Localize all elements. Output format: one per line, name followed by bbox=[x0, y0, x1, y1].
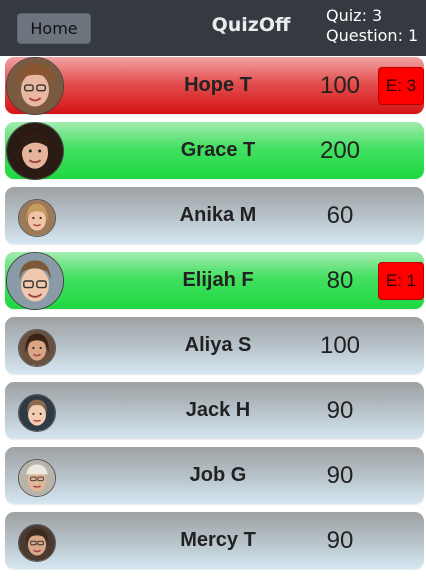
player-name: Job G bbox=[189, 464, 247, 486]
player-score: 90 bbox=[326, 397, 354, 424]
player-row-aliya-s[interactable]: Aliya S 100 bbox=[5, 317, 424, 374]
error-badge: E: 1 bbox=[378, 262, 424, 300]
player-row-grace-t[interactable]: Grace T 200 bbox=[5, 122, 424, 180]
player-row-hope-t[interactable]: Hope T 100 E: 3 bbox=[5, 57, 424, 115]
player-name: Hope T bbox=[184, 74, 252, 96]
player-photo-icon bbox=[19, 460, 55, 496]
player-avatar bbox=[6, 57, 64, 115]
player-score: 200 bbox=[319, 137, 361, 164]
quiz-status: Quiz: 3 Question: 1 bbox=[326, 6, 418, 46]
player-name: Aliya S bbox=[184, 334, 252, 356]
player-name: Jack H bbox=[185, 399, 251, 421]
player-list: Hope T 100 E: 3 Grace T 200 Anika M 60 E… bbox=[5, 57, 424, 577]
player-score: 90 bbox=[326, 462, 354, 489]
question-number: Question: 1 bbox=[326, 26, 419, 45]
player-photo-icon bbox=[19, 525, 55, 561]
player-avatar bbox=[18, 459, 56, 497]
player-photo-icon bbox=[7, 123, 63, 179]
player-photo-icon bbox=[19, 330, 55, 366]
player-avatar bbox=[6, 122, 64, 180]
player-photo-icon bbox=[7, 58, 63, 114]
home-button[interactable]: Home bbox=[17, 13, 91, 44]
player-name: Anika M bbox=[179, 204, 257, 226]
top-navbar: Home QuizOff Quiz: 3 Question: 1 bbox=[0, 0, 426, 56]
player-avatar bbox=[18, 394, 56, 432]
player-photo-icon bbox=[19, 395, 55, 431]
player-avatar bbox=[18, 329, 56, 367]
player-score: 60 bbox=[326, 202, 354, 229]
quiz-number: Quiz: 3 bbox=[326, 6, 383, 25]
player-score: 90 bbox=[326, 527, 354, 554]
player-row-mercy-t[interactable]: Mercy T 90 bbox=[5, 512, 424, 569]
player-score: 100 bbox=[319, 72, 361, 99]
player-row-job-g[interactable]: Job G 90 bbox=[5, 447, 424, 504]
player-row-jack-h[interactable]: Jack H 90 bbox=[5, 382, 424, 439]
player-avatar bbox=[18, 199, 56, 237]
player-avatar bbox=[18, 524, 56, 562]
player-row-anika-m[interactable]: Anika M 60 bbox=[5, 187, 424, 244]
error-badge: E: 3 bbox=[378, 67, 424, 105]
player-score: 80 bbox=[326, 267, 354, 294]
player-score: 100 bbox=[319, 332, 361, 359]
app-brand[interactable]: QuizOff bbox=[186, 14, 316, 36]
player-row-elijah-f[interactable]: Elijah F 80 E: 1 bbox=[5, 252, 424, 310]
player-name: Elijah F bbox=[182, 269, 254, 291]
player-avatar bbox=[6, 252, 64, 310]
player-photo-icon bbox=[7, 253, 63, 309]
player-name: Grace T bbox=[180, 139, 256, 161]
player-photo-icon bbox=[19, 200, 55, 236]
player-name: Mercy T bbox=[180, 529, 256, 551]
